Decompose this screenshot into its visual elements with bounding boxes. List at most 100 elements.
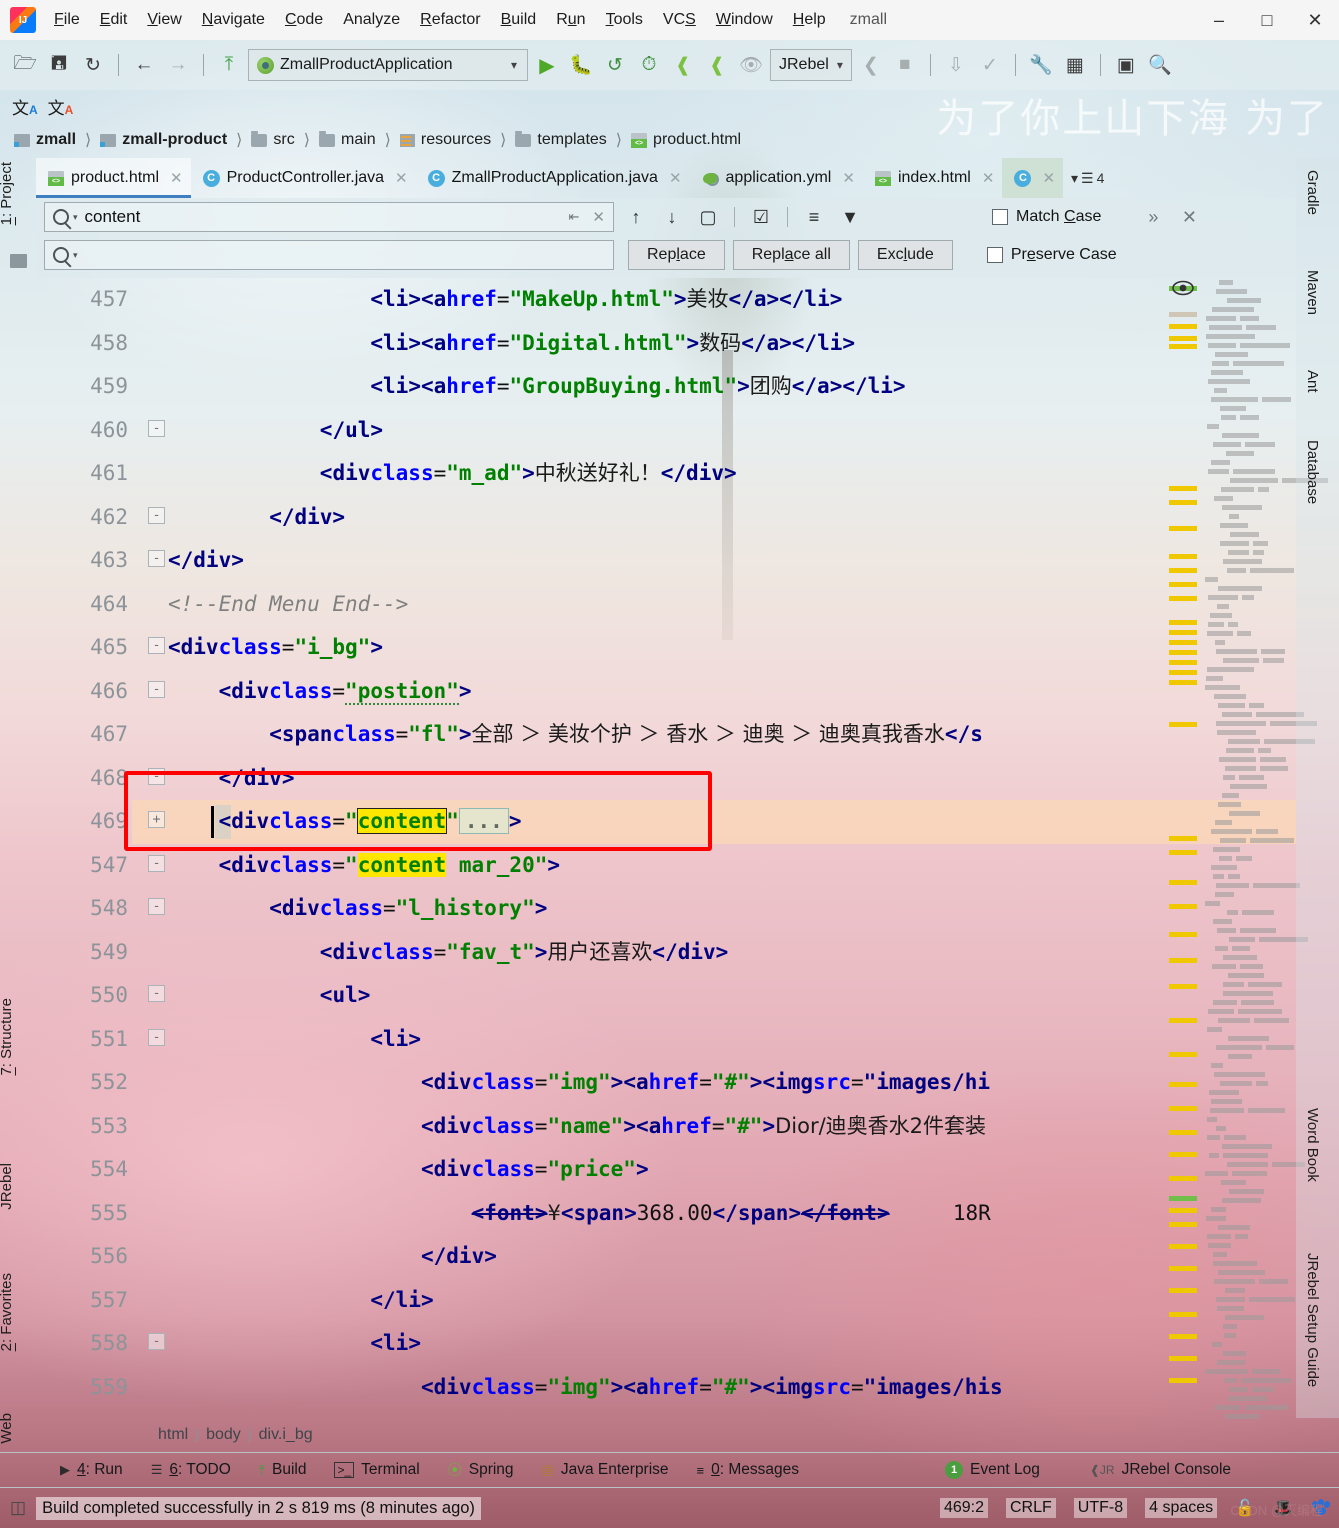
replace-button[interactable]: Rep l ace	[628, 240, 725, 270]
breadcrumb-item-templates[interactable]: templates	[511, 129, 610, 151]
bottom-item-spring[interactable]: ⦿ Spring	[434, 1460, 528, 1480]
close-tab-icon[interactable]: ✕	[1042, 169, 1055, 187]
close-find-panel-icon[interactable]: ✕	[1175, 203, 1203, 231]
error-stripe-marker[interactable]	[1169, 1222, 1197, 1227]
translate-to-chinese-icon[interactable]: 文A	[12, 94, 38, 119]
close-tab-icon[interactable]: ✕	[669, 169, 682, 187]
match-case-checkbox[interactable]: Match Case	[992, 208, 1101, 226]
error-stripe-marker[interactable]	[1169, 336, 1197, 341]
error-stripe-marker[interactable]	[1169, 1312, 1197, 1317]
jrebel-run-icon[interactable]: ❰	[668, 50, 698, 80]
code-line[interactable]: 549 <divclass="fav_t">用户还喜欢</div>	[36, 931, 1296, 975]
code-line[interactable]: 550 - <ul>	[36, 974, 1296, 1018]
breadcrumb-item-src[interactable]: src	[247, 129, 298, 151]
error-stripe-marker[interactable]	[1169, 1196, 1197, 1201]
collapse-fold-icon[interactable]: -	[148, 637, 165, 654]
menu-bar[interactable]: File Edit View Navigate Code Analyze Ref…	[44, 8, 836, 32]
code-line[interactable]: 552 <divclass="img"><ahref="#"><imgsrc="i…	[36, 1061, 1296, 1105]
error-stripe-markers[interactable]	[1165, 278, 1201, 1418]
breadcrumb-item-zmall[interactable]: zmall	[10, 129, 80, 151]
breadcrumb-item-product-html[interactable]: product.html	[627, 129, 745, 151]
breadcrumb-html[interactable]: html	[158, 1426, 188, 1444]
code-line[interactable]: 462 - </div>	[36, 496, 1296, 540]
breadcrumb-body[interactable]: body	[206, 1426, 241, 1444]
error-stripe-marker[interactable]	[1169, 650, 1197, 655]
tab-zmall-product-application-java[interactable]: C ZmallProductApplication.java ✕	[416, 158, 690, 198]
chevron-down-icon[interactable]: ▾	[73, 250, 78, 261]
error-stripe-marker[interactable]	[1169, 984, 1197, 989]
error-stripe-marker[interactable]	[1169, 1378, 1197, 1383]
menu-item-build[interactable]: Build	[491, 8, 547, 32]
code-line[interactable]: 468 - </div>	[36, 757, 1296, 801]
code-line[interactable]: 458 <li><ahref="Digital.html">数码</a></li>	[36, 322, 1296, 366]
caret-position[interactable]: 469:2	[939, 1498, 988, 1518]
open-folder-icon[interactable]: 🗁	[10, 50, 40, 80]
breadcrumb-item-main[interactable]: main	[315, 129, 380, 151]
code-line[interactable]: 557 </li>	[36, 1279, 1296, 1323]
breadcrumb-item-resources[interactable]: resources	[396, 129, 495, 151]
chevron-down-icon[interactable]: ▾	[73, 212, 78, 223]
collapse-fold-icon[interactable]: -	[148, 898, 165, 915]
project-structure-icon[interactable]: ▦	[1060, 50, 1090, 80]
code-line[interactable]: 466 - <divclass="postion">	[36, 670, 1296, 714]
code-line[interactable]: 459 <li><ahref="GroupBuying.html">团购</a><…	[36, 365, 1296, 409]
debug-icon[interactable]: 🐛	[566, 50, 596, 80]
error-stripe-marker[interactable]	[1169, 312, 1197, 317]
sidebar-item-favorites[interactable]: 2: Favorites	[0, 1273, 34, 1351]
jrebel-debug-icon[interactable]: ❰	[702, 50, 732, 80]
close-tab-icon[interactable]: ✕	[982, 169, 995, 187]
save-icon[interactable]: 🖪	[44, 50, 74, 80]
coverage-icon[interactable]: 👁	[736, 50, 766, 80]
code-line[interactable]: 460 - </ul>	[36, 409, 1296, 453]
jrebel-toggle[interactable]: JRebel ▾	[770, 49, 852, 81]
bottom-item-run[interactable]: ▶ 4: Run	[46, 1461, 137, 1479]
error-stripe-marker[interactable]	[1169, 526, 1197, 531]
error-stripe-marker[interactable]	[1169, 1106, 1197, 1111]
code-line[interactable]: 556 </div>	[36, 1235, 1296, 1279]
error-stripe-marker[interactable]	[1169, 1082, 1197, 1087]
error-stripe-marker[interactable]	[1169, 568, 1197, 573]
error-stripe-marker[interactable]	[1169, 932, 1197, 937]
code-line[interactable]: 457 <li><ahref="MakeUp.html">美妆</a></li>	[36, 278, 1296, 322]
line-separator[interactable]: CRLF	[1006, 1498, 1056, 1518]
in-selection-icon[interactable]: ≡	[800, 203, 828, 231]
error-stripe-marker[interactable]	[1169, 596, 1197, 601]
close-tab-icon[interactable]: ✕	[842, 169, 855, 187]
commit-icon[interactable]: ✓	[975, 50, 1005, 80]
error-stripe-marker[interactable]	[1169, 1334, 1197, 1339]
collapse-fold-icon[interactable]: -	[148, 419, 165, 437]
forward-arrow-icon[interactable]: →	[163, 50, 193, 80]
breadcrumb-item-zmall-product[interactable]: zmall-product	[96, 129, 231, 151]
sidebar-item-ant[interactable]: Ant	[1304, 370, 1321, 393]
sidebar-item-jrebel-setup-guide[interactable]: JRebel Setup Guide	[1304, 1253, 1321, 1387]
error-stripe-marker[interactable]	[1169, 1052, 1197, 1057]
menu-item-vcs[interactable]: VCS	[653, 8, 706, 32]
menu-item-file[interactable]: File	[44, 8, 90, 32]
close-tab-icon[interactable]: ✕	[395, 169, 408, 187]
error-stripe-marker[interactable]	[1169, 850, 1197, 855]
update-project-icon[interactable]: ⇩	[941, 50, 971, 80]
tab-product-controller-java[interactable]: C ProductController.java ✕	[191, 158, 416, 198]
menu-item-navigate[interactable]: Navigate	[192, 8, 275, 32]
error-stripe-marker[interactable]	[1169, 660, 1197, 665]
collapse-fold-icon[interactable]: -	[148, 767, 165, 785]
error-stripe-marker[interactable]	[1169, 1244, 1197, 1249]
layout-icon[interactable]: ▣	[1111, 50, 1141, 80]
error-stripe-marker[interactable]	[1169, 486, 1197, 491]
sidebar-item-jrebel[interactable]: JRebel	[0, 1163, 34, 1210]
error-stripe-marker[interactable]	[1169, 344, 1197, 349]
menu-item-code[interactable]: Code	[275, 8, 333, 32]
code-line[interactable]: 558 - <li>	[36, 1322, 1296, 1366]
search-everywhere-icon[interactable]: 🔍	[1145, 50, 1175, 80]
stop-icon[interactable]: ■	[890, 50, 920, 80]
preserve-case-checkbox[interactable]: Preserve Case	[986, 246, 1117, 264]
bottom-item-messages[interactable]: ≡ 0: Messages	[683, 1461, 813, 1479]
error-stripe-marker[interactable]	[1169, 836, 1197, 841]
code-line[interactable]: 548 - <divclass="l_history">	[36, 887, 1296, 931]
search-history-icon[interactable]: ⇤	[569, 209, 580, 225]
search-input[interactable]: ▾ content ⇤ ✕	[44, 202, 614, 232]
code-minimap[interactable]	[1201, 278, 1328, 1419]
menu-item-help[interactable]: Help	[783, 8, 836, 32]
code-line[interactable]: 554 <divclass="price">	[36, 1148, 1296, 1192]
clear-search-icon[interactable]: ✕	[592, 208, 605, 226]
